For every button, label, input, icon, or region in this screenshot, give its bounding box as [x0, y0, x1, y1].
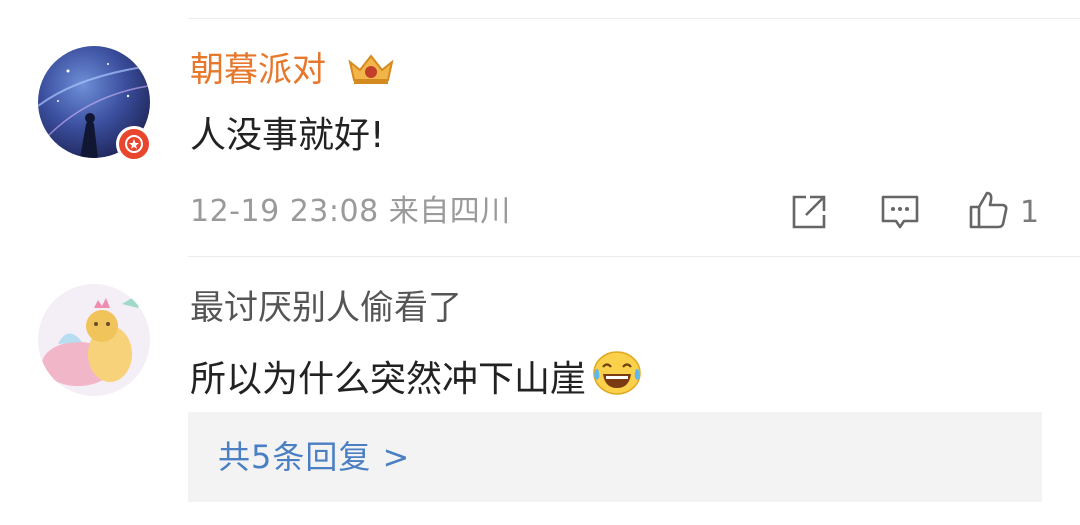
crown-icon	[346, 52, 396, 90]
like-icon	[968, 190, 1010, 234]
username[interactable]: 朝暮派对	[190, 48, 326, 92]
verified-badge-icon	[116, 126, 152, 162]
comment-text: 人没事就好!	[190, 115, 385, 156]
comment-text: 所以为什么突然冲下山崖	[190, 350, 642, 409]
like-button[interactable]: 1	[968, 190, 1040, 234]
view-replies-link[interactable]: 共5条回复 >	[218, 435, 410, 479]
comment-divider	[188, 256, 1080, 257]
comment-icon[interactable]	[880, 192, 920, 232]
username[interactable]: 最讨厌别人偷看了	[190, 286, 462, 330]
comment-text-content: 所以为什么突然冲下山崖	[190, 358, 587, 400]
like-count: 1	[1020, 194, 1040, 230]
laughing-tears-emoji-icon	[592, 350, 642, 409]
share-icon[interactable]	[790, 192, 828, 232]
avatar[interactable]	[38, 284, 150, 396]
replies-panel[interactable]: 共5条回复 >	[188, 412, 1042, 502]
top-divider	[188, 18, 1080, 19]
comment-meta: 12-19 23:08 来自四川	[190, 194, 511, 229]
